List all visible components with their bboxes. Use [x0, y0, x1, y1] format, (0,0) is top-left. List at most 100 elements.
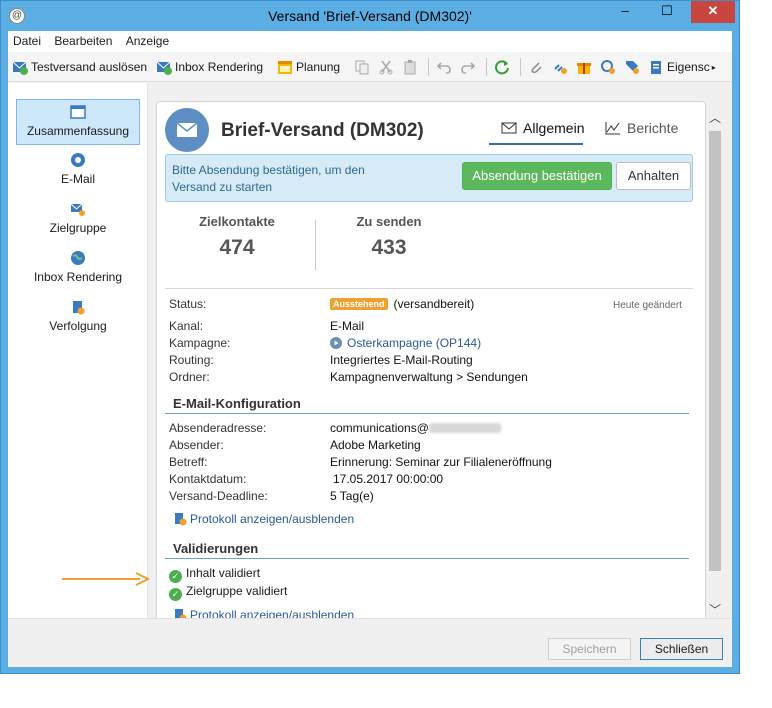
eigenschaften-button[interactable]: Eigensc ▸	[648, 58, 716, 76]
scroll-thumb[interactable]	[709, 131, 721, 571]
folder-label: Ordner:	[169, 370, 210, 384]
check-icon: ✓	[169, 570, 182, 583]
campaign-value-row[interactable]: Osterkampagne (OP144)	[330, 336, 481, 350]
undo-icon[interactable]	[436, 59, 452, 75]
validations-title: Validierungen	[173, 541, 259, 556]
scrollbar[interactable]: ︿ ﹀	[707, 101, 723, 629]
folder-value: Kampagnenverwaltung > Sendungen	[330, 370, 528, 384]
chart-line-icon	[605, 122, 620, 135]
contact-date-label: Kontaktdatum:	[169, 472, 247, 486]
target-icon	[70, 203, 85, 216]
section-underline	[165, 413, 689, 414]
link-icon[interactable]	[552, 59, 568, 75]
validation-target-label: Zielgruppe validiert	[186, 584, 288, 598]
menu-anzeige[interactable]: Anzeige	[121, 31, 174, 51]
envelope-icon	[501, 122, 517, 134]
eigenschaften-label: Eigensc	[667, 60, 710, 74]
scroll-up-icon[interactable]: ︿	[707, 109, 723, 126]
calendar-icon	[278, 61, 292, 74]
annotation-arrow-icon	[62, 572, 151, 586]
section-underline	[165, 558, 689, 559]
planung-button[interactable]: Planung	[277, 58, 340, 76]
validation-item: ✓ Inhalt validiert	[169, 566, 260, 583]
validation-item: ✓ Zielgruppe validiert	[169, 584, 287, 601]
sender-label: Absender:	[169, 438, 224, 452]
toolbar-separator	[520, 58, 521, 76]
scroll-down-icon[interactable]: ﹀	[707, 601, 723, 618]
sidebar-item-label: Zielgruppe	[49, 221, 107, 235]
title-bar[interactable]: @ Versand 'Brief-Versand (DM302)' – ☐ ✕	[1, 1, 739, 31]
pause-button[interactable]: Anhalten	[616, 162, 691, 190]
confirm-send-button[interactable]: Absendung bestätigen	[462, 162, 612, 190]
check-icon: ✓	[169, 588, 182, 601]
email-config-title: E-Mail-Konfiguration	[173, 396, 301, 411]
sidebar-item-inbox-rendering[interactable]: Inbox Rendering	[16, 246, 140, 292]
tab-active-indicator	[489, 143, 583, 145]
tab-berichte[interactable]: Berichte	[605, 120, 678, 136]
cut-icon[interactable]	[378, 59, 394, 75]
attachment-icon[interactable]	[528, 59, 544, 75]
email-log-toggle[interactable]: Protokoll anzeigen/ausblenden	[173, 512, 354, 526]
to-send-label: Zu senden	[356, 214, 422, 229]
sidebar: Zusammenfassung E-Mail Zielgruppe Inbox …	[8, 83, 148, 618]
contact-date-value: 17.05.2017 00:00:00	[333, 472, 444, 486]
campaign-play-icon	[330, 337, 342, 349]
gift-icon[interactable]	[576, 59, 592, 75]
paste-icon[interactable]	[402, 59, 418, 75]
stats-divider	[315, 220, 316, 270]
deadline-value: 5 Tag(e)	[330, 489, 374, 503]
copy-icon[interactable]	[354, 59, 370, 75]
toolbar: Testversand auslösen Inbox Rendering Pla…	[8, 52, 732, 82]
sidebar-item-zusammenfassung[interactable]: Zusammenfassung	[16, 99, 140, 145]
target-contacts-value: 474	[219, 236, 255, 259]
close-dialog-button[interactable]: Schließen	[640, 638, 723, 660]
status-value-row: Ausstehend (versandbereit)	[330, 297, 474, 311]
inbox-rendering-label: Inbox Rendering	[175, 60, 264, 74]
target-settings-icon[interactable]	[600, 59, 616, 75]
sidebar-item-label: Inbox Rendering	[33, 270, 123, 284]
subject-value: Erinnerung: Seminar zur Filialeneröffnun…	[330, 455, 552, 469]
campaign-link[interactable]: Osterkampagne (OP144)	[347, 336, 481, 350]
dialog-footer: Speichern Schließen	[8, 618, 732, 667]
menu-datei[interactable]: Datei	[8, 31, 46, 51]
divider	[165, 288, 693, 289]
sender-address-value-row: communications@	[330, 421, 501, 435]
target-contacts-label: Zielkontakte	[199, 214, 275, 229]
sidebar-item-verfolgung[interactable]: Verfolgung	[16, 295, 140, 341]
confirmation-alert: Bitte Absendung bestätigen, um den Versa…	[165, 154, 693, 202]
routing-value: Integriertes E-Mail-Routing	[330, 353, 473, 367]
maximize-button[interactable]: ☐	[653, 1, 681, 23]
sidebar-item-zielgruppe[interactable]: Zielgruppe	[16, 197, 140, 243]
tab-berichte-label: Berichte	[627, 120, 679, 136]
menu-bearbeiten[interactable]: Bearbeiten	[49, 31, 117, 51]
delivery-envelope-icon	[165, 108, 209, 152]
status-label: Status:	[169, 297, 207, 311]
channel-label: Kanal:	[169, 319, 204, 333]
sidebar-item-label: Verfolgung	[49, 319, 107, 333]
redacted-domain	[428, 423, 501, 433]
chevron-right-icon[interactable]: ▸	[712, 63, 716, 72]
summary-icon	[70, 105, 86, 119]
close-button[interactable]: ✕	[691, 1, 735, 23]
sidebar-item-email[interactable]: E-Mail	[16, 148, 140, 194]
planung-label: Planung	[296, 60, 341, 74]
sender-address-label: Absenderadresse:	[169, 421, 267, 435]
menu-bar: Datei Bearbeiten Anzeige	[8, 31, 732, 52]
inbox-rendering-button[interactable]: Inbox Rendering	[156, 58, 263, 76]
modified-info: Heute geändert	[613, 300, 682, 311]
minimize-button[interactable]: –	[611, 1, 639, 23]
testversand-button[interactable]: Testversand auslösen	[12, 58, 147, 76]
sender-value: Adobe Marketing	[330, 438, 421, 452]
tab-allgemein[interactable]: Allgemein	[501, 120, 584, 136]
tag-icon[interactable]	[624, 59, 640, 75]
properties-icon	[651, 61, 661, 74]
channel-value: E-Mail	[330, 319, 365, 333]
log-icon	[175, 513, 187, 526]
email-log-link[interactable]: Protokoll anzeigen/ausblenden	[190, 512, 354, 526]
tracking-icon	[73, 301, 85, 315]
redo-icon[interactable]	[460, 59, 476, 75]
refresh-icon[interactable]	[494, 59, 510, 75]
delivery-title: Brief-Versand (DM302)	[221, 120, 424, 141]
tab-allgemein-label: Allgemein	[523, 120, 585, 136]
save-button[interactable]: Speichern	[548, 638, 631, 660]
